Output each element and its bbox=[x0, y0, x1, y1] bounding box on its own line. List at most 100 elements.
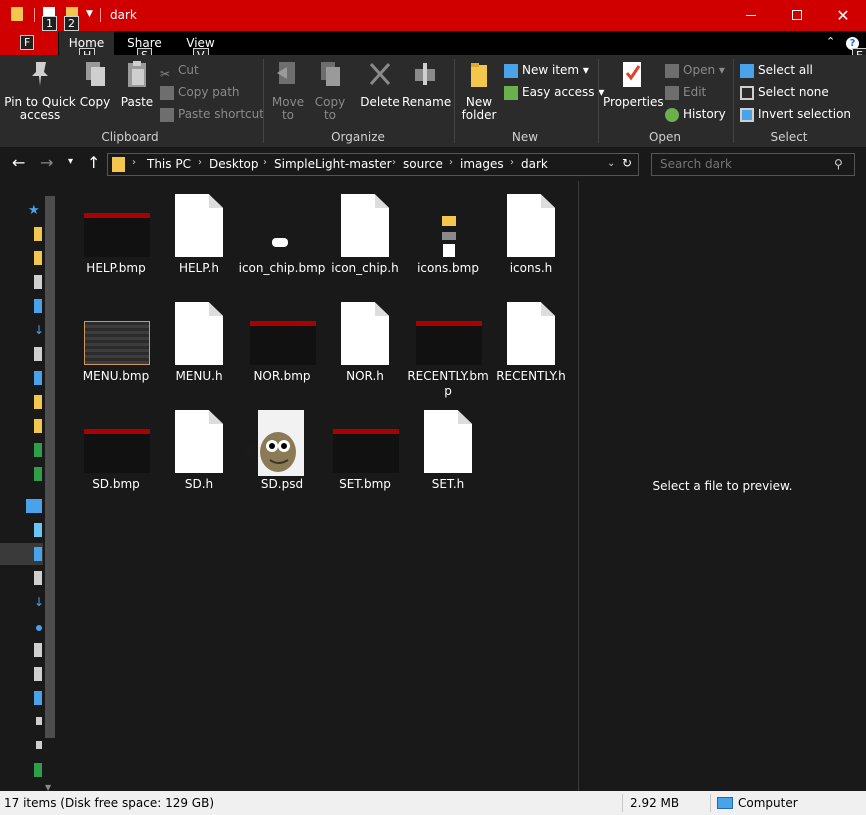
back-arrow-icon[interactable]: ← bbox=[12, 153, 25, 172]
nav-pane-scrollbar-thumb[interactable] bbox=[45, 196, 55, 738]
refresh-icon[interactable]: ↻ bbox=[622, 156, 632, 170]
downloads-icon[interactable]: ↓ bbox=[34, 595, 44, 609]
chevron-right-icon[interactable]: › bbox=[263, 157, 267, 168]
history-label: History bbox=[683, 107, 726, 121]
select-none-button[interactable]: Select none bbox=[740, 82, 829, 102]
file-item[interactable]: MENU.h bbox=[159, 289, 239, 389]
drive-icon[interactable] bbox=[36, 717, 42, 725]
videos-icon[interactable] bbox=[34, 667, 42, 681]
customize-toolbar-icon[interactable]: ▼ bbox=[86, 9, 93, 19]
pictures-icon[interactable] bbox=[34, 371, 42, 385]
music-icon[interactable] bbox=[36, 625, 42, 631]
chevron-right-icon[interactable]: › bbox=[510, 157, 514, 168]
file-name: NOR.h bbox=[346, 369, 384, 383]
file-icon[interactable] bbox=[34, 275, 42, 289]
folder-icon[interactable] bbox=[34, 395, 42, 409]
breadcrumb-source[interactable]: source bbox=[403, 157, 443, 171]
invert-selection-button[interactable]: Invert selection bbox=[740, 104, 851, 124]
chevron-right-icon[interactable]: › bbox=[449, 157, 453, 168]
history-button[interactable]: History bbox=[665, 104, 726, 124]
search-input[interactable] bbox=[660, 157, 820, 171]
new-folder-button[interactable]: New folder bbox=[458, 59, 500, 122]
search-icon[interactable]: ⚲ bbox=[834, 157, 843, 171]
chevron-right-icon[interactable]: › bbox=[198, 157, 202, 168]
copy-label: Copy bbox=[79, 95, 111, 109]
file-item[interactable]: SD.bmp bbox=[76, 397, 156, 497]
downloads-icon[interactable]: ↓ bbox=[34, 323, 44, 337]
drive-icon[interactable] bbox=[34, 443, 42, 457]
drive-icon[interactable] bbox=[34, 763, 42, 777]
pin-to-quick-access-button[interactable]: Pin to Quick access bbox=[4, 59, 76, 122]
pictures-icon[interactable] bbox=[34, 643, 42, 657]
open-button[interactable]: Open ▾ bbox=[665, 60, 725, 80]
paste-button[interactable]: Paste bbox=[116, 59, 158, 109]
new-item-button[interactable]: New item ▾ bbox=[504, 60, 589, 80]
this-pc-icon[interactable] bbox=[26, 499, 42, 513]
file-item[interactable]: HELP.h bbox=[159, 181, 239, 281]
file-item[interactable]: SD.h bbox=[159, 397, 239, 497]
folder-icon[interactable] bbox=[34, 251, 42, 265]
breadcrumb-images[interactable]: images bbox=[460, 157, 504, 171]
select-all-button[interactable]: Select all bbox=[740, 60, 813, 80]
drive-icon[interactable] bbox=[36, 741, 42, 749]
breadcrumb-desktop[interactable]: Desktop bbox=[209, 157, 259, 171]
rename-button[interactable]: Rename bbox=[402, 59, 451, 109]
file-item[interactable]: HELP.bmp bbox=[76, 181, 156, 281]
desktop-icon[interactable] bbox=[34, 299, 42, 313]
maximize-button[interactable] bbox=[774, 0, 820, 31]
paste-shortcut-label: Paste shortcut bbox=[178, 107, 264, 121]
desktop-icon[interactable] bbox=[34, 547, 42, 561]
file-item[interactable]: NOR.h bbox=[325, 289, 405, 389]
quick-access-star-icon[interactable]: ★ bbox=[28, 203, 42, 218]
minimize-button[interactable] bbox=[728, 0, 774, 31]
folder-icon[interactable] bbox=[34, 419, 42, 433]
select-none-label: Select none bbox=[758, 85, 829, 99]
close-button[interactable]: ✕ bbox=[820, 0, 866, 31]
search-box[interactable]: ⚲ bbox=[651, 153, 855, 176]
documents-icon[interactable] bbox=[34, 571, 42, 585]
documents-icon[interactable] bbox=[34, 347, 42, 361]
group-separator bbox=[733, 59, 734, 143]
file-item[interactable]: SD.psd bbox=[242, 397, 322, 497]
file-item[interactable]: RECENTLY.h bbox=[491, 289, 571, 389]
file-item[interactable]: icon_chip.bmp bbox=[239, 181, 325, 281]
file-item[interactable]: icons.h bbox=[491, 181, 571, 281]
status-bar: 17 items (Disk free space: 129 GB) 2.92 … bbox=[0, 791, 866, 815]
file-item[interactable]: icons.bmp bbox=[408, 181, 488, 281]
move-to-icon bbox=[277, 62, 295, 84]
chevron-right-icon[interactable]: › bbox=[132, 157, 136, 168]
address-bar[interactable]: › This PC › Desktop › SimpleLight-master… bbox=[107, 153, 639, 176]
file-item[interactable]: MENU.bmp bbox=[76, 289, 156, 389]
scissors-icon: ✂ bbox=[160, 66, 171, 81]
delete-button[interactable]: Delete bbox=[360, 59, 400, 109]
breadcrumb-this-pc[interactable]: This PC bbox=[147, 157, 191, 171]
move-to-button[interactable]: Move to bbox=[268, 59, 308, 122]
3d-objects-icon[interactable] bbox=[34, 523, 42, 537]
recent-locations-icon[interactable]: ▾ bbox=[68, 156, 73, 167]
chevron-down-icon[interactable]: ⌄ bbox=[607, 158, 615, 169]
breadcrumb-simplelight-master[interactable]: SimpleLight-master bbox=[274, 157, 392, 171]
copy-path-button[interactable]: Copy path bbox=[160, 82, 240, 102]
up-arrow-icon[interactable]: ↑ bbox=[87, 153, 100, 172]
folder-icon[interactable] bbox=[11, 7, 23, 21]
properties-button[interactable]: Properties bbox=[603, 59, 664, 109]
file-item[interactable]: SET.h bbox=[408, 397, 488, 497]
drive-icon[interactable] bbox=[34, 467, 42, 481]
file-item[interactable]: icon_chip.h bbox=[325, 181, 405, 281]
cut-button[interactable]: ✂ Cut bbox=[160, 60, 199, 81]
file-item[interactable]: RECENTLY.bmp bbox=[407, 289, 489, 398]
breadcrumb-dark[interactable]: dark bbox=[521, 157, 548, 171]
copy-button[interactable]: Copy bbox=[76, 59, 114, 109]
copy-to-button[interactable]: Copy to bbox=[310, 59, 350, 122]
paste-shortcut-button[interactable]: Paste shortcut bbox=[160, 104, 264, 124]
edit-button[interactable]: Edit bbox=[665, 82, 706, 102]
file-item[interactable]: NOR.bmp bbox=[242, 289, 322, 389]
tab-file[interactable]: F bbox=[0, 31, 58, 55]
collapse-ribbon-icon[interactable]: ⌃ bbox=[826, 35, 835, 48]
easy-access-button[interactable]: Easy access ▾ bbox=[504, 82, 604, 102]
file-item[interactable]: SET.bmp bbox=[325, 397, 405, 497]
chevron-right-icon[interactable]: › bbox=[392, 157, 396, 168]
drive-icon[interactable] bbox=[34, 691, 42, 705]
forward-arrow-icon[interactable]: → bbox=[40, 153, 53, 172]
folder-icon[interactable] bbox=[34, 227, 42, 241]
